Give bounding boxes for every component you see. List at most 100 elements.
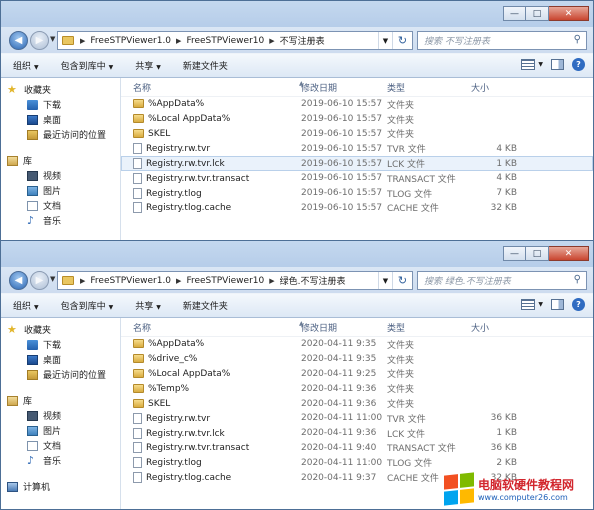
file-row[interactable]: Registry.tlog 2019-06-10 15:57 TLOG 文件 7 KB (121, 186, 593, 201)
nav-item-music[interactable]: ♪ 音乐 (1, 213, 120, 228)
breadcrumb-separator[interactable]: ▶ (174, 277, 183, 285)
column-header-date[interactable]: 修改日期 (301, 81, 387, 94)
file-row[interactable]: Registry.tlog.cache 2019-06-10 15:57 CACHE… (121, 201, 593, 216)
file-row[interactable]: %AppData% 2020-04-11 9:35 文件夹 (121, 337, 593, 352)
breadcrumb-segment[interactable]: FreeSTPViewer10 (183, 276, 267, 286)
title-bar[interactable]: — □ ✕ (1, 1, 593, 27)
view-dropdown-icon[interactable]: ▼ (538, 61, 543, 68)
search-input[interactable]: 搜索 绿色.不写注册表 ⚲ (417, 271, 587, 290)
column-header-name[interactable]: 名称 (121, 81, 301, 94)
file-row[interactable]: %drive_c% 2020-04-11 9:35 文件夹 (121, 352, 593, 367)
search-input[interactable]: 搜索 不写注册表 ⚲ (417, 31, 587, 50)
file-type: 文件夹 (387, 340, 415, 351)
view-dropdown-icon[interactable]: ▼ (538, 301, 543, 308)
address-bar[interactable]: ▶ FreeSTPViewer1.0 ▶ FreeSTPViewer10 ▶ 绿… (57, 271, 413, 290)
help-icon[interactable]: ? (572, 58, 585, 71)
minimize-button[interactable]: — (503, 246, 526, 261)
refresh-icon[interactable]: ↻ (392, 272, 412, 289)
column-header-date[interactable]: 修改日期 (301, 321, 387, 334)
nav-label: 视频 (43, 412, 62, 422)
preview-pane-icon[interactable] (551, 59, 564, 70)
include-in-library-button[interactable]: 包含到库中 ▼ (61, 299, 114, 312)
help-icon[interactable]: ? (572, 298, 585, 311)
column-header-type[interactable]: 类型 (387, 321, 467, 334)
title-bar[interactable]: — □ ✕ (1, 241, 593, 267)
organize-button[interactable]: 组织 ▼ (13, 299, 39, 312)
forward-icon[interactable]: ▶ (30, 31, 49, 50)
file-row[interactable]: SKEL 2020-04-11 9:36 文件夹 (121, 396, 593, 411)
view-options-icon[interactable] (521, 59, 536, 70)
nav-item-downloads[interactable]: 下载 (1, 97, 120, 112)
breadcrumb-separator[interactable]: ▶ (174, 37, 183, 45)
address-dropdown-icon[interactable]: ▼ (378, 272, 392, 289)
forward-icon[interactable]: ▶ (30, 271, 49, 290)
file-row[interactable]: Registry.tlog 2020-04-11 11:00 TLOG 文件 2 KB (121, 455, 593, 470)
file-row[interactable]: Registry.rw.tvr.transact 2020-04-11 9:40 T… (121, 441, 593, 456)
column-header-size[interactable]: 大小 (467, 321, 517, 334)
breadcrumb-separator[interactable]: ▶ (267, 277, 276, 285)
nav-item-videos[interactable]: 视频 (1, 408, 120, 423)
file-row[interactable]: Registry.rw.tvr 2019-06-10 15:57 TVR 文件 4 K… (121, 141, 593, 156)
breadcrumb-separator[interactable]: ▶ (78, 277, 87, 285)
breadcrumb-segment[interactable]: 绿色.不写注册表 (277, 274, 349, 287)
nav-computer[interactable]: 计算机 (1, 479, 120, 494)
nav-favorites[interactable]: ★ 收藏夹 (1, 322, 120, 337)
address-bar[interactable]: ▶ FreeSTPViewer1.0 ▶ FreeSTPViewer10 ▶ 不… (57, 31, 413, 50)
file-name: Registry.rw.tvr (146, 413, 211, 424)
share-button[interactable]: 共享 ▼ (135, 299, 161, 312)
nav-item-recent[interactable]: 最近访问的位置 (1, 367, 120, 382)
nav-item-music[interactable]: ♪ 音乐 (1, 453, 120, 468)
include-in-library-button[interactable]: 包含到库中 ▼ (61, 59, 114, 72)
view-options-icon[interactable] (521, 299, 536, 310)
column-header-size[interactable]: 大小 (467, 81, 517, 94)
file-row[interactable]: SKEL 2019-06-10 15:57 文件夹 (121, 127, 593, 142)
refresh-icon[interactable]: ↻ (392, 32, 412, 49)
recent-pages-dropdown[interactable]: ▼ (50, 35, 55, 43)
back-icon[interactable]: ◀ (9, 31, 28, 50)
file-row[interactable]: %Local AppData% 2020-04-11 9:25 文件夹 (121, 367, 593, 382)
breadcrumb-segment[interactable]: FreeSTPViewer1.0 (87, 276, 174, 286)
address-dropdown-icon[interactable]: ▼ (378, 32, 392, 49)
nav-item-desktop[interactable]: 桌面 (1, 352, 120, 367)
new-folder-button[interactable]: 新建文件夹 (183, 59, 228, 72)
column-header-name[interactable]: 名称 (121, 321, 301, 334)
organize-button[interactable]: 组织 ▼ (13, 59, 39, 72)
file-row[interactable]: %Local AppData% 2019-06-10 15:57 文件夹 (121, 112, 593, 127)
breadcrumb-separator[interactable]: ▶ (78, 37, 87, 45)
nav-libraries[interactable]: 库 (1, 153, 120, 168)
nav-item-pictures[interactable]: 图片 (1, 183, 120, 198)
nav-item-recent[interactable]: 最近访问的位置 (1, 127, 120, 142)
search-icon[interactable]: ⚲ (574, 274, 581, 285)
file-row[interactable]: %AppData% 2019-06-10 15:57 文件夹 (121, 97, 593, 112)
file-row[interactable]: %Temp% 2020-04-11 9:36 文件夹 (121, 381, 593, 396)
preview-pane-icon[interactable] (551, 299, 564, 310)
column-header-type[interactable]: 类型 (387, 81, 467, 94)
breadcrumb-segment[interactable]: 不写注册表 (277, 34, 328, 47)
maximize-button[interactable]: □ (526, 246, 549, 261)
nav-item-videos[interactable]: 视频 (1, 168, 120, 183)
nav-item-desktop[interactable]: 桌面 (1, 112, 120, 127)
search-icon[interactable]: ⚲ (574, 34, 581, 45)
maximize-button[interactable]: □ (526, 6, 549, 21)
nav-item-documents[interactable]: 文档 (1, 438, 120, 453)
breadcrumb-segment[interactable]: FreeSTPViewer1.0 (87, 36, 174, 46)
file-row[interactable]: Registry.rw.tvr 2020-04-11 11:00 TVR 文件 36 … (121, 411, 593, 426)
file-name-cell: Registry.rw.tvr.transact (121, 172, 301, 184)
back-icon[interactable]: ◀ (9, 271, 28, 290)
nav-item-downloads[interactable]: 下载 (1, 337, 120, 352)
file-row[interactable]: Registry.rw.tvr.transact 2019-06-10 15:57… (121, 171, 593, 186)
nav-item-documents[interactable]: 文档 (1, 198, 120, 213)
recent-pages-dropdown[interactable]: ▼ (50, 275, 55, 283)
close-button[interactable]: ✕ (549, 6, 589, 21)
nav-favorites[interactable]: ★ 收藏夹 (1, 82, 120, 97)
nav-item-pictures[interactable]: 图片 (1, 423, 120, 438)
minimize-button[interactable]: — (503, 6, 526, 21)
share-button[interactable]: 共享 ▼ (135, 59, 161, 72)
close-button[interactable]: ✕ (549, 246, 589, 261)
file-row[interactable]: Registry.rw.tvr.lck 2019-06-10 15:57 LCK 文… (121, 156, 593, 171)
file-row[interactable]: Registry.rw.tvr.lck 2020-04-11 9:36 LCK 文件… (121, 426, 593, 441)
new-folder-button[interactable]: 新建文件夹 (183, 299, 228, 312)
breadcrumb-separator[interactable]: ▶ (267, 37, 276, 45)
nav-libraries[interactable]: 库 (1, 393, 120, 408)
breadcrumb-segment[interactable]: FreeSTPViewer10 (183, 36, 267, 46)
